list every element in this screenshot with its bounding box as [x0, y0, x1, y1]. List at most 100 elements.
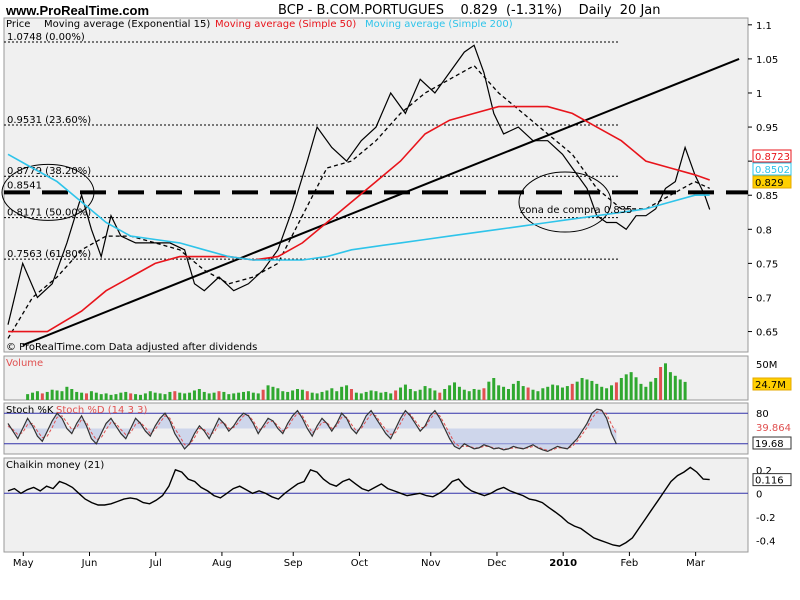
volume-bar	[40, 393, 44, 400]
volume-bar	[89, 391, 93, 400]
volume-bar	[369, 390, 373, 400]
volume-bar	[330, 388, 334, 400]
volume-bar	[654, 378, 658, 400]
volume-bar	[389, 393, 393, 400]
volume-bar	[379, 392, 383, 400]
volume-bar	[55, 390, 59, 400]
volume-bar	[423, 386, 427, 400]
volume-bar	[433, 390, 437, 400]
volume-bar	[300, 389, 304, 400]
fib-label: 0.9531 (23.60%)	[7, 115, 91, 126]
volume-bar	[546, 386, 550, 400]
volume-bar	[85, 393, 89, 400]
volume-bar	[619, 378, 623, 400]
volume-bar	[453, 382, 457, 400]
volume-bar	[109, 394, 113, 400]
volume-bar	[60, 391, 64, 400]
panel-price	[3, 17, 749, 353]
volume-bar	[408, 389, 412, 400]
volume-bar	[610, 385, 614, 400]
fib-label: 1.0748 (0.00%)	[7, 32, 85, 43]
volume-bar	[349, 389, 353, 400]
price-tick-label: 1	[756, 89, 762, 100]
volume-bar	[472, 389, 476, 400]
volume-bar	[119, 392, 123, 400]
volume-bar	[325, 390, 329, 400]
volume-bar	[305, 391, 309, 400]
volume-bar	[502, 386, 506, 400]
volume-bar	[143, 393, 147, 400]
last-value-label: 0.8723	[755, 152, 790, 163]
volume-bar	[531, 389, 535, 400]
stoch-last-k: 19.68	[755, 439, 784, 450]
volume-bar	[659, 367, 663, 400]
volume-bar	[232, 393, 236, 400]
legend-stoch-k: Stoch %K	[6, 405, 54, 416]
volume-bar	[663, 363, 667, 400]
volume-bar	[639, 383, 643, 400]
volume-bar	[222, 391, 226, 400]
volume-bar	[315, 393, 319, 400]
last-value-label: 0.829	[755, 178, 784, 189]
volume-bar	[266, 385, 270, 400]
volume-bar	[340, 386, 344, 400]
volume-bar	[94, 392, 98, 400]
x-tick-label: Aug	[212, 558, 232, 569]
volume-bar	[477, 389, 481, 400]
volume-bar	[114, 394, 118, 400]
legend-sma200: Moving average (Simple 200)	[365, 19, 513, 30]
legend-price: Price	[6, 19, 30, 30]
volume-bar	[246, 391, 250, 400]
volume-bar	[629, 372, 633, 400]
volume-bar	[673, 375, 677, 400]
volume-bar	[605, 388, 609, 400]
volume-bar	[212, 392, 216, 400]
volume-bar	[521, 386, 525, 400]
volume-bar	[163, 394, 167, 400]
volume-bar	[364, 391, 368, 400]
stoch-last-d: 39.864	[756, 423, 791, 434]
stoch-level-label: 80	[756, 409, 769, 420]
volume-bar	[575, 381, 579, 400]
volume-bar	[153, 392, 157, 400]
volume-bar	[35, 391, 39, 400]
volume-bar	[281, 391, 285, 400]
volume-bar	[384, 391, 388, 400]
volume-bar	[678, 379, 682, 400]
volume-bar	[148, 391, 152, 400]
volume-bar	[134, 394, 138, 400]
volume-bar	[413, 391, 417, 400]
volume-bar	[585, 379, 589, 400]
x-tick-label: Mar	[686, 558, 706, 569]
volume-bar	[197, 389, 201, 400]
legend-ema15: Moving average (Exponential 15)	[44, 19, 210, 30]
volume-bar	[129, 393, 133, 400]
volume-bar	[173, 391, 177, 400]
volume-bar	[526, 387, 530, 400]
price-tick-label: 1.1	[756, 21, 772, 32]
volume-bar	[242, 391, 246, 400]
volume-bar	[565, 386, 569, 400]
volume-last-value: 24.7M	[755, 380, 786, 391]
volume-bar	[104, 393, 108, 400]
volume-bar	[26, 394, 30, 400]
x-tick-label: Oct	[351, 558, 368, 569]
volume-bar	[497, 385, 501, 400]
volume-bar	[217, 391, 221, 400]
price-tick-label: 0.75	[756, 259, 778, 270]
price-tick-label: 0.95	[756, 123, 778, 134]
volume-bar	[295, 389, 299, 400]
volume-bar	[354, 392, 358, 400]
volume-bar	[560, 387, 564, 400]
volume-bar	[403, 384, 407, 400]
volume-bar	[516, 380, 520, 400]
x-tick-label: Sep	[284, 558, 303, 569]
volume-bar	[80, 392, 84, 400]
volume-bar	[600, 386, 604, 400]
volume-bar	[394, 390, 398, 400]
volume-bar	[251, 392, 255, 400]
chaikin-tick-label: -0.4	[756, 536, 776, 547]
volume-bar	[541, 388, 545, 400]
volume-bar	[202, 391, 206, 400]
chart-canvas: 0.650.70.750.80.850.90.9511.051.11.0748 …	[1, 17, 792, 569]
